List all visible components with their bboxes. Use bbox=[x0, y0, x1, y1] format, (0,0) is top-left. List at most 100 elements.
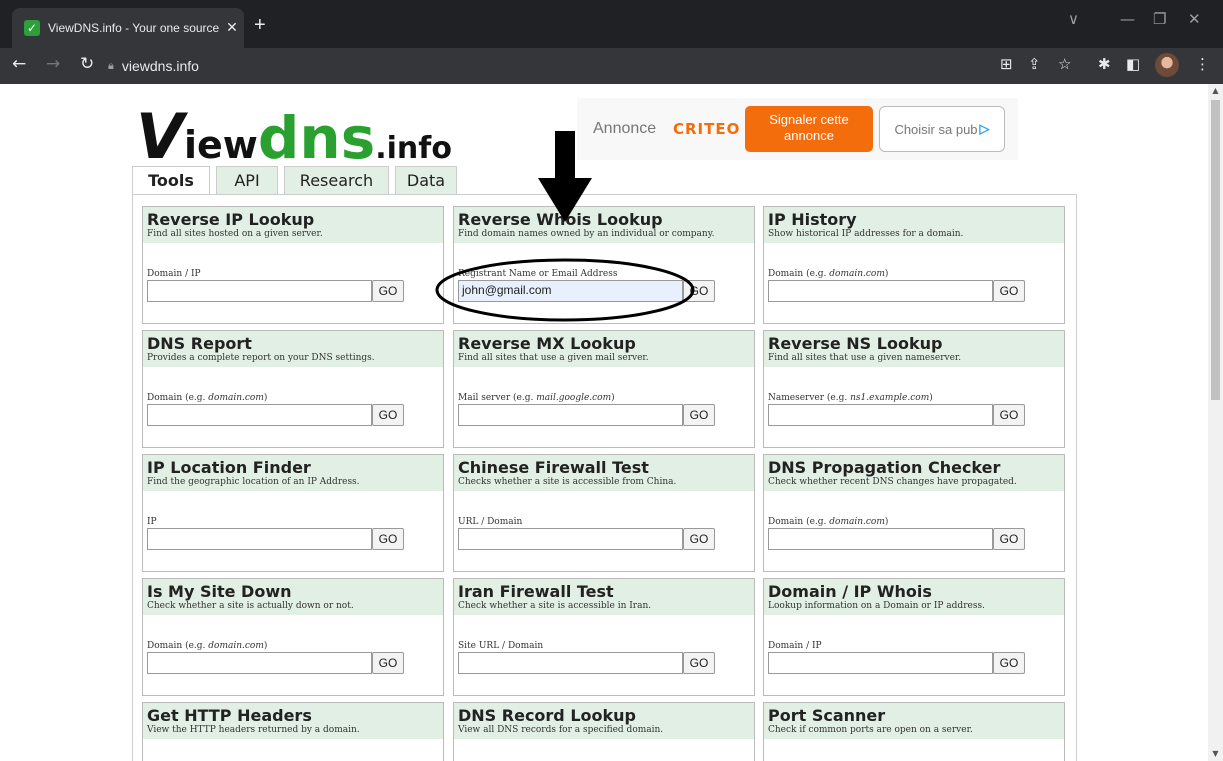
tool-card: Reverse NS Lookup Find all sites that use… bbox=[763, 330, 1065, 448]
shield-check-icon: ✓ bbox=[24, 20, 40, 36]
lookup-input[interactable] bbox=[147, 404, 372, 426]
tool-card: Is My Site Down Check whether a site is a… bbox=[142, 578, 444, 696]
tool-card: Reverse Whois Lookup Find domain names ow… bbox=[453, 206, 755, 324]
share-icon[interactable]: ⇪ bbox=[1028, 55, 1041, 73]
field-label: IP bbox=[147, 517, 157, 527]
go-button[interactable]: GO bbox=[372, 404, 404, 426]
tool-title[interactable]: Reverse NS Lookup bbox=[768, 335, 1064, 353]
tab-research[interactable]: Research bbox=[284, 166, 389, 194]
lookup-input[interactable] bbox=[458, 404, 683, 426]
tool-title[interactable]: Reverse IP Lookup bbox=[147, 211, 443, 229]
tool-card-header: Domain / IP Whois Lookup information on a… bbox=[764, 579, 1064, 615]
restore-icon[interactable]: ❐ bbox=[1153, 10, 1166, 28]
tab-data[interactable]: Data bbox=[395, 166, 457, 194]
tool-card: Reverse IP Lookup Find all sites hosted o… bbox=[142, 206, 444, 324]
ad-label: Annonce bbox=[593, 120, 657, 137]
tool-title[interactable]: Is My Site Down bbox=[147, 583, 443, 601]
scroll-up-arrow-icon[interactable]: ▲ bbox=[1208, 86, 1223, 95]
tool-card-header: Reverse NS Lookup Find all sites that use… bbox=[764, 331, 1064, 367]
tab-search-icon[interactable]: ∨ bbox=[1068, 10, 1079, 28]
new-tab-button[interactable]: + bbox=[254, 14, 266, 37]
tool-description: Check whether a site is accessible in Ir… bbox=[458, 601, 652, 611]
lookup-input[interactable] bbox=[147, 280, 372, 302]
tool-card: DNS Report Provides a complete report on … bbox=[142, 330, 444, 448]
field-label: Site URL / Domain bbox=[458, 641, 544, 651]
close-window-icon[interactable]: ✕ bbox=[1188, 10, 1201, 28]
lookup-input[interactable] bbox=[147, 528, 372, 550]
go-button[interactable]: GO bbox=[372, 652, 404, 674]
tool-title[interactable]: DNS Propagation Checker bbox=[768, 459, 1064, 477]
go-button[interactable]: GO bbox=[372, 280, 404, 302]
field-label: Registrant Name or Email Address bbox=[458, 269, 618, 279]
tool-description: Provides a complete report on your DNS s… bbox=[147, 353, 375, 363]
side-panel-icon[interactable]: ◧ bbox=[1126, 55, 1140, 73]
tool-card: DNS Propagation Checker Check whether rec… bbox=[763, 454, 1065, 572]
go-button[interactable]: GO bbox=[993, 280, 1025, 302]
tool-title[interactable]: Reverse MX Lookup bbox=[458, 335, 754, 353]
tool-description: Find all sites hosted on a given server. bbox=[147, 229, 323, 239]
tool-title[interactable]: IP Location Finder bbox=[147, 459, 443, 477]
ad-brand[interactable]: CRITEO bbox=[673, 120, 740, 138]
browser-tab[interactable]: ✓ ViewDNS.info - Your one source f ✕ bbox=[12, 8, 244, 48]
tool-card-header: Port Scanner Check if common ports are op… bbox=[764, 703, 1064, 739]
tool-description: Checks whether a site is accessible from… bbox=[458, 477, 677, 487]
go-button[interactable]: GO bbox=[372, 528, 404, 550]
report-ad-button[interactable]: Signaler cette annonce bbox=[745, 106, 873, 152]
lookup-input[interactable] bbox=[768, 280, 993, 302]
menu-kebab-icon[interactable]: ⋮ bbox=[1195, 55, 1210, 73]
tool-description: Find domain names owned by an individual… bbox=[458, 229, 715, 239]
tool-description: Check whether a site is actually down or… bbox=[147, 601, 354, 611]
tool-title[interactable]: Reverse Whois Lookup bbox=[458, 211, 754, 229]
lookup-input[interactable] bbox=[768, 652, 993, 674]
viewdns-logo[interactable]: Viewdns.info bbox=[136, 106, 452, 168]
go-button[interactable]: GO bbox=[683, 404, 715, 426]
go-button[interactable]: GO bbox=[993, 404, 1025, 426]
tab-api[interactable]: API bbox=[216, 166, 278, 194]
lookup-input[interactable] bbox=[458, 528, 683, 550]
tool-card-header: DNS Record Lookup View all DNS records fo… bbox=[454, 703, 754, 739]
lookup-input[interactable] bbox=[147, 652, 372, 674]
tool-title[interactable]: Port Scanner bbox=[768, 707, 1064, 725]
field-label: Domain / IP bbox=[768, 641, 822, 651]
minimize-icon[interactable]: — bbox=[1120, 10, 1135, 28]
tool-description: Find the geographic location of an IP Ad… bbox=[147, 477, 360, 487]
extensions-puzzle-icon[interactable]: ✱ bbox=[1098, 55, 1111, 73]
scrollbar-thumb[interactable] bbox=[1211, 100, 1220, 400]
tool-card-header: Get HTTP Headers View the HTTP headers re… bbox=[143, 703, 443, 739]
field-label: URL / Domain bbox=[458, 517, 523, 527]
tool-card-header: DNS Propagation Checker Check whether rec… bbox=[764, 455, 1064, 491]
go-button[interactable]: GO bbox=[683, 280, 715, 302]
tab-tools[interactable]: Tools bbox=[132, 166, 210, 195]
choose-ad-button[interactable]: Choisir sa pub ▷ bbox=[879, 106, 1005, 152]
lookup-input[interactable] bbox=[768, 528, 993, 550]
reload-icon[interactable]: ↻ bbox=[80, 54, 94, 74]
close-tab-icon[interactable]: ✕ bbox=[220, 20, 244, 36]
back-arrow-icon[interactable]: ← bbox=[12, 54, 26, 74]
scroll-down-arrow-icon[interactable]: ▼ bbox=[1208, 749, 1223, 758]
tool-title[interactable]: DNS Record Lookup bbox=[458, 707, 754, 725]
tool-title[interactable]: IP History bbox=[768, 211, 1064, 229]
tab-title: ViewDNS.info - Your one source f bbox=[48, 21, 220, 35]
profile-avatar[interactable] bbox=[1155, 53, 1179, 77]
tool-card: Reverse MX Lookup Find all sites that use… bbox=[453, 330, 755, 448]
tool-title[interactable]: Get HTTP Headers bbox=[147, 707, 443, 725]
translate-icon[interactable]: ⊞ bbox=[1000, 55, 1013, 73]
lock-icon: 🔒︎ bbox=[108, 59, 114, 72]
tool-title[interactable]: Domain / IP Whois bbox=[768, 583, 1064, 601]
forward-arrow-icon[interactable]: → bbox=[46, 54, 60, 74]
go-button[interactable]: GO bbox=[993, 528, 1025, 550]
bookmark-star-icon[interactable]: ☆ bbox=[1058, 55, 1071, 73]
lookup-input[interactable] bbox=[458, 652, 683, 674]
tool-title[interactable]: DNS Report bbox=[147, 335, 443, 353]
tool-title[interactable]: Iran Firewall Test bbox=[458, 583, 754, 601]
tool-card: Chinese Firewall Test Checks whether a si… bbox=[453, 454, 755, 572]
go-button[interactable]: GO bbox=[683, 528, 715, 550]
tool-title[interactable]: Chinese Firewall Test bbox=[458, 459, 754, 477]
go-button[interactable]: GO bbox=[683, 652, 715, 674]
vertical-scrollbar[interactable]: ▲ ▼ bbox=[1208, 84, 1223, 761]
field-label: Domain (e.g. domain.com) bbox=[147, 393, 268, 403]
go-button[interactable]: GO bbox=[993, 652, 1025, 674]
lookup-input[interactable]: john@gmail.com bbox=[458, 280, 683, 302]
lookup-input[interactable] bbox=[768, 404, 993, 426]
address-bar[interactable]: 🔒︎ viewdns.info bbox=[108, 53, 1178, 79]
